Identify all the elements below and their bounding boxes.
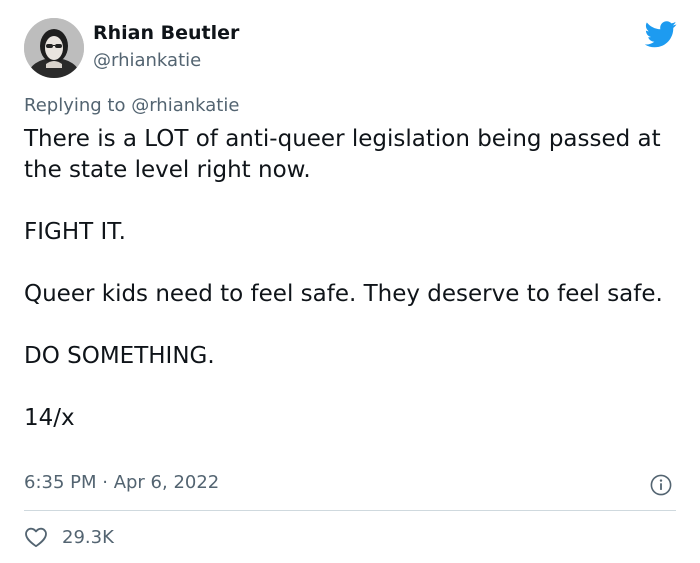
heart-icon[interactable] xyxy=(24,526,48,548)
tweet-paragraph: Queer kids need to feel safe. They deser… xyxy=(24,281,663,307)
tweet-paragraph: There is a LOT of anti-queer legislation… xyxy=(24,126,661,183)
like-count: 29.3K xyxy=(62,526,114,548)
replying-to-mention-link[interactable]: @rhiankatie xyxy=(131,95,239,116)
info-icon[interactable] xyxy=(650,474,672,496)
replying-to-prefix: Replying to xyxy=(24,95,132,116)
avatar-photo-icon xyxy=(24,18,84,78)
tweet-timestamp-link[interactable]: 6:35 PM · Apr 6, 2022 xyxy=(24,472,219,493)
divider xyxy=(24,510,676,511)
tweet-text: There is a LOT of anti-queer legislation… xyxy=(24,124,674,434)
tweet-paragraph: DO SOMETHING. xyxy=(24,343,215,369)
tweet-paragraph: 14/x xyxy=(24,405,75,431)
tweet-paragraph: FIGHT IT. xyxy=(24,219,126,245)
display-name[interactable]: Rhian Beutler xyxy=(93,22,239,44)
user-handle[interactable]: @rhiankatie xyxy=(93,50,201,71)
replying-to: Replying to @rhiankatie xyxy=(24,95,239,116)
avatar[interactable] xyxy=(24,18,84,78)
tweet-card: Rhian Beutler @rhiankatie Replying to @r… xyxy=(0,0,700,563)
like-button[interactable]: 29.3K xyxy=(24,524,114,550)
twitter-bird-icon[interactable] xyxy=(645,21,677,48)
